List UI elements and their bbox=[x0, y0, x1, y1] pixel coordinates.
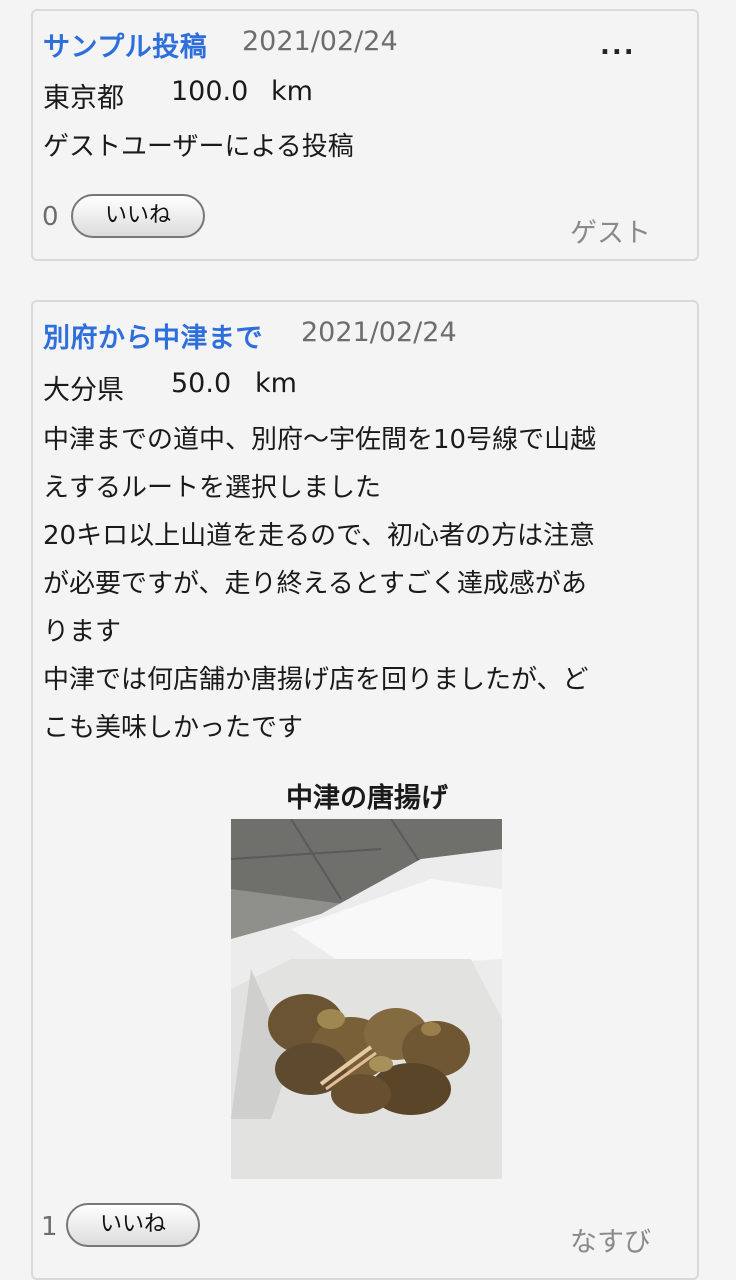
like-button[interactable]: いいね bbox=[66, 1203, 200, 1247]
distance-unit: km bbox=[271, 76, 313, 107]
like-count: 0 bbox=[42, 202, 59, 232]
karaage-photo[interactable] bbox=[231, 819, 502, 1179]
image-caption: 中津の唐揚げ bbox=[286, 783, 448, 814]
post-distance: 50.0 bbox=[171, 368, 232, 399]
post-body-line: 中津までの道中、別府〜宇佐間を10号線で山越 bbox=[43, 425, 597, 455]
post-body-line: えするルートを選択しました bbox=[43, 473, 382, 503]
post-body-line: こも美味しかったです bbox=[43, 713, 304, 743]
post-author[interactable]: なすび bbox=[570, 1220, 651, 1259]
post-body-line: ゲストユーザーによる投稿 bbox=[43, 132, 354, 162]
post-body-line: ります bbox=[43, 617, 122, 647]
post-body: 中津までの道中、別府〜宇佐間を10号線で山越 えするルートを選択しました 20キ… bbox=[43, 416, 693, 752]
post-date: 2021/02/24 bbox=[301, 317, 457, 348]
post-prefecture: 大分県 bbox=[43, 375, 124, 406]
post-title[interactable]: 別府から中津まで bbox=[43, 316, 263, 355]
post-body-line: 中津では何店舗か唐揚げ店を回りましたが、ど bbox=[43, 665, 589, 695]
post-body-line: 20キロ以上山道を走るので、初心者の方は注意 bbox=[43, 521, 596, 551]
more-menu-icon[interactable]: ... bbox=[600, 31, 636, 61]
like-count: 1 bbox=[41, 1212, 58, 1242]
like-button[interactable]: いいね bbox=[71, 194, 205, 238]
post-title[interactable]: サンプル投稿 bbox=[43, 25, 207, 64]
post-body-line: が必要ですが、走り終えるとすごく達成感があ bbox=[43, 569, 587, 599]
post-date: 2021/02/24 bbox=[242, 26, 398, 57]
post-body: ゲストユーザーによる投稿 bbox=[43, 123, 354, 171]
post-prefecture: 東京都 bbox=[43, 83, 124, 114]
distance-unit: km bbox=[255, 368, 297, 399]
post-card: 別府から中津まで 2021/02/24 大分県 50.0 km 中津までの道中、… bbox=[31, 300, 699, 1280]
post-author[interactable]: ゲスト bbox=[570, 211, 651, 250]
post-distance: 100.0 bbox=[171, 76, 249, 107]
post-card: サンプル投稿 2021/02/24 ... 東京都 100.0 km ゲストユー… bbox=[31, 9, 699, 261]
